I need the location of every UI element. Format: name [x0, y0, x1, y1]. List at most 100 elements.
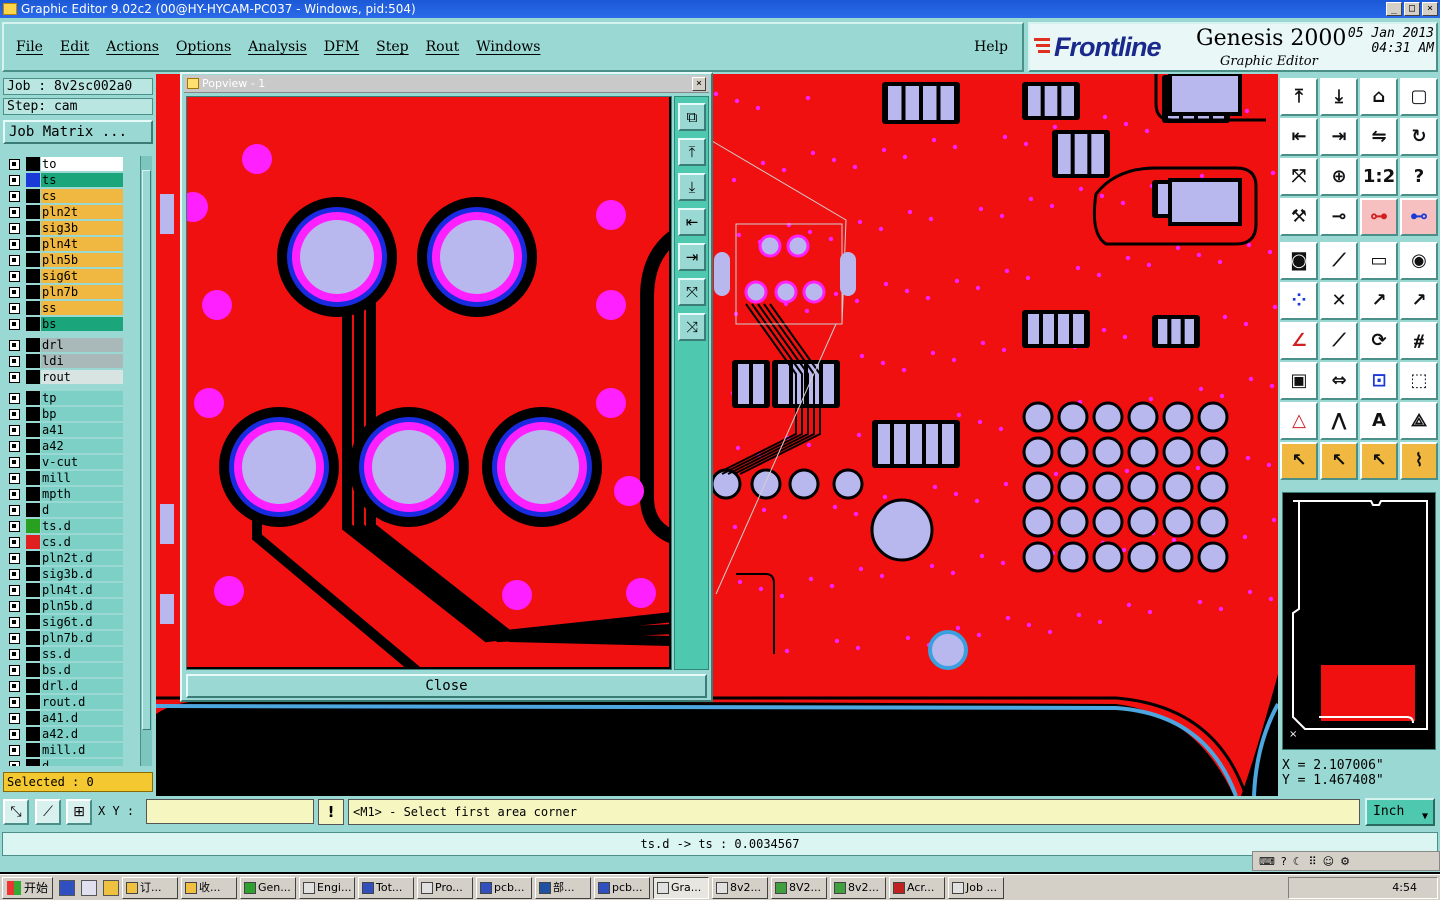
- window-titlebar[interactable]: Graphic Editor 9.02c2 (00@HY-HYCAM-PC037…: [0, 0, 1440, 18]
- scale-icon[interactable]: 1:2: [1360, 158, 1398, 196]
- measure-icon[interactable]: ⟋: [35, 799, 61, 825]
- layer-checkbox[interactable]: [9, 319, 20, 330]
- layer-checkbox[interactable]: [9, 569, 20, 580]
- layer-color-swatch[interactable]: [26, 583, 40, 597]
- layer-row[interactable]: ldi: [4, 353, 138, 369]
- layer-row[interactable]: mill.d: [4, 742, 138, 758]
- layer-row[interactable]: sig6t.d: [4, 614, 138, 630]
- layer-name[interactable]: pln7b: [41, 285, 123, 299]
- circle-dot-icon[interactable]: ◉: [1400, 242, 1438, 280]
- layer-checkbox[interactable]: [9, 729, 20, 740]
- layer-checkbox[interactable]: [9, 649, 20, 660]
- layer-name[interactable]: mpth: [41, 487, 123, 501]
- layer-name[interactable]: ldi: [41, 354, 123, 368]
- layer-color-swatch[interactable]: [26, 221, 40, 235]
- net-blue-icon[interactable]: ⊷: [1400, 198, 1438, 236]
- zoom-area-icon[interactable]: ⤨: [678, 313, 706, 341]
- arc-icon[interactable]: ⟳: [1360, 322, 1398, 360]
- layer-checkbox[interactable]: [9, 159, 20, 170]
- measure-tool-icon[interactable]: ⚒: [1280, 198, 1318, 236]
- scroll-thumb[interactable]: [142, 170, 151, 730]
- layer-color-swatch[interactable]: [26, 711, 40, 725]
- delete-icon[interactable]: ✕: [1320, 282, 1358, 320]
- layer-row[interactable]: a42.d: [4, 726, 138, 742]
- layer-row[interactable]: a41: [4, 422, 138, 438]
- language-bar[interactable]: ⌨ ? ☾ ⠿ ☺ ⚙: [1252, 851, 1440, 871]
- text-icon[interactable]: ⧣: [1400, 322, 1438, 360]
- layer-name[interactable]: d: [41, 503, 123, 517]
- select-icon[interactable]: ↖: [1320, 442, 1358, 480]
- menu-rout[interactable]: Rout: [426, 39, 460, 55]
- layer-checkbox[interactable]: [9, 665, 20, 676]
- layer-checkbox[interactable]: [9, 617, 20, 628]
- array-icon[interactable]: ⊡: [1360, 362, 1398, 400]
- layer-color-swatch[interactable]: [26, 663, 40, 677]
- taskbar-item[interactable]: Engi...: [299, 876, 356, 899]
- layer-name[interactable]: rout.d: [41, 695, 123, 709]
- layer-checkbox[interactable]: [9, 473, 20, 484]
- query-icon[interactable]: ?: [1400, 158, 1438, 196]
- select-pad-icon[interactable]: ◙: [1280, 242, 1318, 280]
- taskbar-item[interactable]: Tot...: [358, 876, 415, 899]
- layer-name[interactable]: mill.d: [41, 743, 123, 757]
- menu-options[interactable]: Options: [176, 39, 231, 55]
- layer-color-swatch[interactable]: [26, 679, 40, 693]
- layer-color-swatch[interactable]: [26, 503, 40, 517]
- popview-board-view[interactable]: [187, 97, 672, 670]
- layer-name[interactable]: cs: [41, 189, 123, 203]
- layer-row[interactable]: bp: [4, 406, 138, 422]
- layer-checkbox[interactable]: [9, 425, 20, 436]
- layer-checkbox[interactable]: [9, 457, 20, 468]
- quicklaunch-ie-icon[interactable]: [59, 879, 76, 896]
- layer-scrollbar[interactable]: [140, 156, 152, 766]
- popview-close-icon[interactable]: ×: [692, 77, 706, 91]
- mountain-icon[interactable]: ⋀: [1320, 402, 1358, 440]
- line-icon[interactable]: ⟋: [1320, 322, 1358, 360]
- layer-row[interactable]: a42: [4, 438, 138, 454]
- layer-color-swatch[interactable]: [26, 407, 40, 421]
- quicklaunch-media-icon[interactable]: [103, 879, 120, 896]
- layer-row[interactable]: pln4t: [4, 236, 138, 252]
- taskbar-item[interactable]: Gen...: [240, 876, 297, 899]
- grid-icon[interactable]: ⊞: [66, 799, 92, 825]
- layer-checkbox[interactable]: [9, 356, 20, 367]
- taskbar-item[interactable]: 8V2...: [771, 876, 828, 899]
- zoom-home-icon[interactable]: ⧉: [678, 103, 706, 131]
- menu-analysis[interactable]: Analysis: [248, 39, 307, 55]
- layer-color-swatch[interactable]: [26, 354, 40, 368]
- layer-checkbox[interactable]: [9, 521, 20, 532]
- layer-row[interactable]: ts: [4, 172, 138, 188]
- angle-icon[interactable]: ∠: [1280, 322, 1318, 360]
- taskbar-item[interactable]: Job ...: [948, 876, 1005, 899]
- layer-name[interactable]: rout: [41, 370, 123, 384]
- layer-name[interactable]: ss: [41, 301, 123, 315]
- layer-name[interactable]: a41.d: [41, 711, 123, 725]
- job-matrix-button[interactable]: Job Matrix ...: [3, 120, 153, 144]
- layer-color-swatch[interactable]: [26, 173, 40, 187]
- layer-checkbox[interactable]: [9, 601, 20, 612]
- shape-icon[interactable]: ⬚: [1400, 362, 1438, 400]
- layer-name[interactable]: pln4t: [41, 237, 123, 251]
- layer-color-swatch[interactable]: [26, 487, 40, 501]
- layer-row[interactable]: bs: [4, 316, 138, 332]
- layer-color-swatch[interactable]: [26, 317, 40, 331]
- layer-name[interactable]: a41: [41, 423, 123, 437]
- layer-checkbox[interactable]: [9, 697, 20, 708]
- keyboard-icon[interactable]: ⌨: [1259, 855, 1275, 868]
- rotate-icon[interactable]: ↻: [1400, 118, 1438, 156]
- taskbar-item[interactable]: pcb...: [594, 876, 651, 899]
- layer-color-swatch[interactable]: [26, 391, 40, 405]
- layer-name[interactable]: a42: [41, 439, 123, 453]
- layer-color-swatch[interactable]: [26, 551, 40, 565]
- layer-name[interactable]: d: [41, 759, 123, 766]
- maximize-button[interactable]: □: [1404, 2, 1420, 16]
- layer-name[interactable]: v-cut: [41, 455, 123, 469]
- zoom-fit-icon[interactable]: ⤧: [678, 278, 706, 306]
- menu-dfm[interactable]: DFM: [324, 39, 359, 55]
- layer-row[interactable]: d: [4, 502, 138, 518]
- window-icon[interactable]: ▢: [1400, 78, 1438, 116]
- layer-checkbox[interactable]: [9, 537, 20, 548]
- ruler-icon[interactable]: ▭: [1360, 242, 1398, 280]
- layer-color-swatch[interactable]: [26, 535, 40, 549]
- layer-checkbox[interactable]: [9, 191, 20, 202]
